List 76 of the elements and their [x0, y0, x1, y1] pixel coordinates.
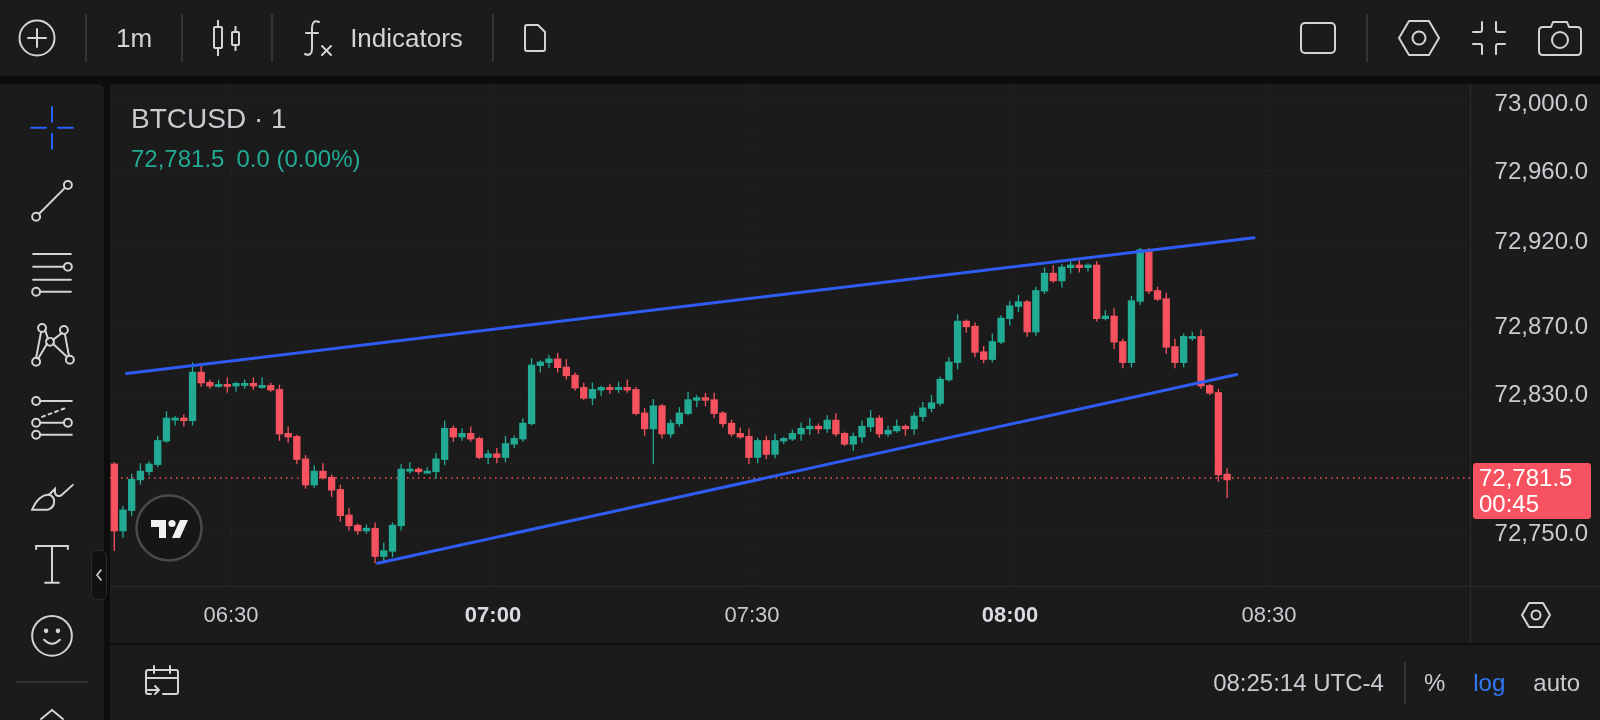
- falling-candle: [414, 466, 423, 476]
- falling-candle: [606, 383, 614, 395]
- logo-icon[interactable]: [135, 494, 203, 562]
- falling-candle: [301, 454, 310, 490]
- falling-candle: [875, 414, 883, 439]
- function-icon: [302, 19, 335, 57]
- rising-candle: [675, 406, 684, 428]
- add-icon[interactable]: [18, 19, 56, 57]
- time-readout: 08:25:14 UTC-4: [1213, 668, 1384, 697]
- price-label: 72,830.0: [1494, 382, 1588, 406]
- price-label: 72,960.0: [1494, 159, 1588, 183]
- current-price-label: 72,781.5: [1479, 465, 1574, 491]
- rising-candle: [754, 437, 762, 464]
- rising-candle: [214, 378, 223, 389]
- rising-candle: [1014, 294, 1023, 313]
- crosshair-icon[interactable]: [28, 104, 76, 152]
- time-label: 07:30: [724, 602, 780, 628]
- scale-option[interactable]: %: [1423, 668, 1446, 697]
- rising-candle: [1084, 262, 1092, 273]
- scale-option[interactable]: auto: [1533, 668, 1580, 697]
- settings-icon[interactable]: [1397, 19, 1441, 57]
- chevron-left-icon: [95, 568, 103, 582]
- rising-candle: [362, 523, 371, 535]
- rising-candle: [614, 381, 623, 394]
- candlestick-icon[interactable]: [212, 18, 243, 58]
- rising-candle: [484, 449, 492, 465]
- falling-candle: [249, 376, 258, 391]
- falling-candle: [475, 436, 484, 460]
- falling-candle: [180, 413, 188, 428]
- falling-candle: [901, 423, 910, 437]
- collapse-handle[interactable]: [91, 550, 107, 600]
- falling-candle: [371, 521, 379, 564]
- price-label: 72,920.0: [1494, 229, 1588, 253]
- price-label: 73,000.0: [1494, 91, 1588, 115]
- rising-candle: [188, 361, 197, 427]
- trend-line[interactable]: [376, 373, 1239, 565]
- trend-line[interactable]: [125, 236, 1256, 375]
- fib-lines-icon[interactable]: [28, 394, 76, 443]
- rising-candle: [823, 414, 831, 434]
- falling-candle: [640, 407, 649, 437]
- price-change: 0.0 (0.00%): [236, 145, 361, 173]
- falling-candle: [493, 447, 501, 464]
- time-label: 08:00: [981, 602, 1039, 628]
- last-price: 72,781.5: [131, 145, 225, 173]
- falling-candle: [658, 403, 666, 440]
- pattern-icon[interactable]: [28, 321, 76, 370]
- square-icon[interactable]: [1299, 21, 1337, 55]
- falling-candle: [727, 418, 736, 438]
- time-label: 08:30: [1241, 602, 1297, 628]
- falling-candle: [1093, 260, 1101, 323]
- chevron-up-icon[interactable]: [39, 708, 65, 720]
- time-label: 06:30: [203, 602, 259, 628]
- rising-candle: [258, 376, 266, 390]
- camera-icon[interactable]: [1537, 19, 1583, 57]
- settings-icon[interactable]: [1519, 601, 1552, 629]
- falling-candle: [762, 435, 770, 460]
- symbol-title: BTCUSD · 1: [131, 103, 288, 135]
- rising-candle: [458, 427, 466, 442]
- scale-option[interactable]: log: [1473, 668, 1506, 697]
- falling-candle: [223, 376, 231, 394]
- indicators-button[interactable]: Indicators: [302, 19, 463, 57]
- interval-button[interactable]: 1m: [116, 22, 153, 54]
- rising-candle: [649, 398, 657, 465]
- fullscreen-icon[interactable]: [1470, 20, 1508, 56]
- rising-candle: [1101, 309, 1110, 322]
- falling-candle: [814, 422, 823, 435]
- falling-candle: [1023, 299, 1031, 338]
- document-icon[interactable]: [522, 23, 547, 53]
- falling-candle: [449, 424, 457, 443]
- time-label: 07:00: [464, 602, 522, 628]
- falling-candle: [1075, 257, 1083, 274]
- price-label: 72,870.0: [1494, 314, 1588, 338]
- rising-candle: [310, 464, 318, 489]
- countdown-label: 00:45: [1479, 491, 1541, 517]
- price-label: 72,750.0: [1494, 521, 1588, 545]
- falling-candle: [1049, 264, 1057, 284]
